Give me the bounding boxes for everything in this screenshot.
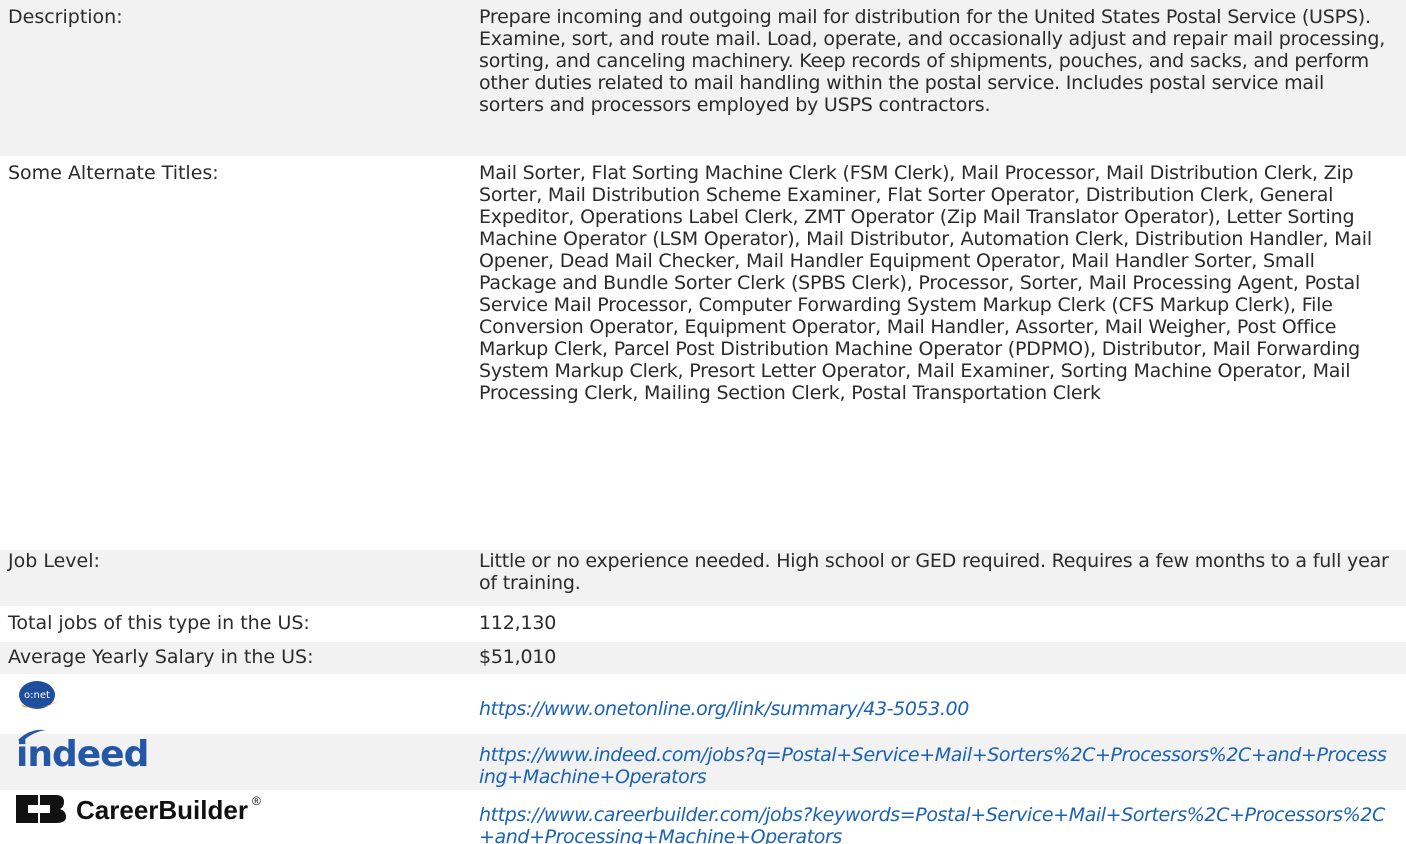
registered-mark: ® <box>252 794 261 808</box>
salary-value: $51,010 <box>479 646 557 668</box>
job-level-text: Little or no experience needed. High sch… <box>479 550 1389 594</box>
alternate-titles-label: Some Alternate Titles: <box>8 162 219 184</box>
indeed-logo-icon[interactable]: indeed <box>12 726 182 774</box>
indeed-link[interactable]: https://www.indeed.com/jobs?q=Postal+Ser… <box>479 744 1391 788</box>
indeed-logo-text: indeed <box>16 734 148 774</box>
total-jobs-row: Total jobs of this type in the US: 112,1… <box>0 612 1406 640</box>
careerbuilder-logo-icon[interactable]: CareerBuilder ® <box>12 789 312 829</box>
salary-label: Average Yearly Salary in the US: <box>8 646 314 668</box>
job-level-row: Job Level: Little or no experience neede… <box>0 550 1406 610</box>
onet-link-row: https://www.onetonline.org/link/summary/… <box>0 698 1406 726</box>
careerbuilder-logo-text: CareerBuilder <box>76 795 248 825</box>
description-label: Description: <box>8 6 123 28</box>
salary-row: Average Yearly Salary in the US: $51,010 <box>0 642 1406 674</box>
alternate-titles-row: Some Alternate Titles: Mail Sorter, Flat… <box>0 162 1406 568</box>
onet-logo-text: o:net <box>24 690 50 701</box>
description-row: Description: Prepare incoming and outgoi… <box>0 0 1406 158</box>
alternate-titles-text: Mail Sorter, Flat Sorting Machine Clerk … <box>479 162 1372 404</box>
onet-link[interactable]: https://www.onetonline.org/link/summary/… <box>479 698 1391 720</box>
total-jobs-label: Total jobs of this type in the US: <box>8 612 310 634</box>
indeed-link-row: https://www.indeed.com/jobs?q=Postal+Ser… <box>0 734 1406 794</box>
careerbuilder-link[interactable]: https://www.careerbuilder.com/jobs?keywo… <box>479 804 1391 844</box>
job-details-page: Description: Prepare incoming and outgoi… <box>0 0 1406 844</box>
total-jobs-value: 112,130 <box>479 612 557 634</box>
description-text: Prepare incoming and outgoing mail for d… <box>479 6 1386 116</box>
onet-logo-icon[interactable]: o:net <box>13 680 65 712</box>
job-level-label: Job Level: <box>8 550 100 572</box>
